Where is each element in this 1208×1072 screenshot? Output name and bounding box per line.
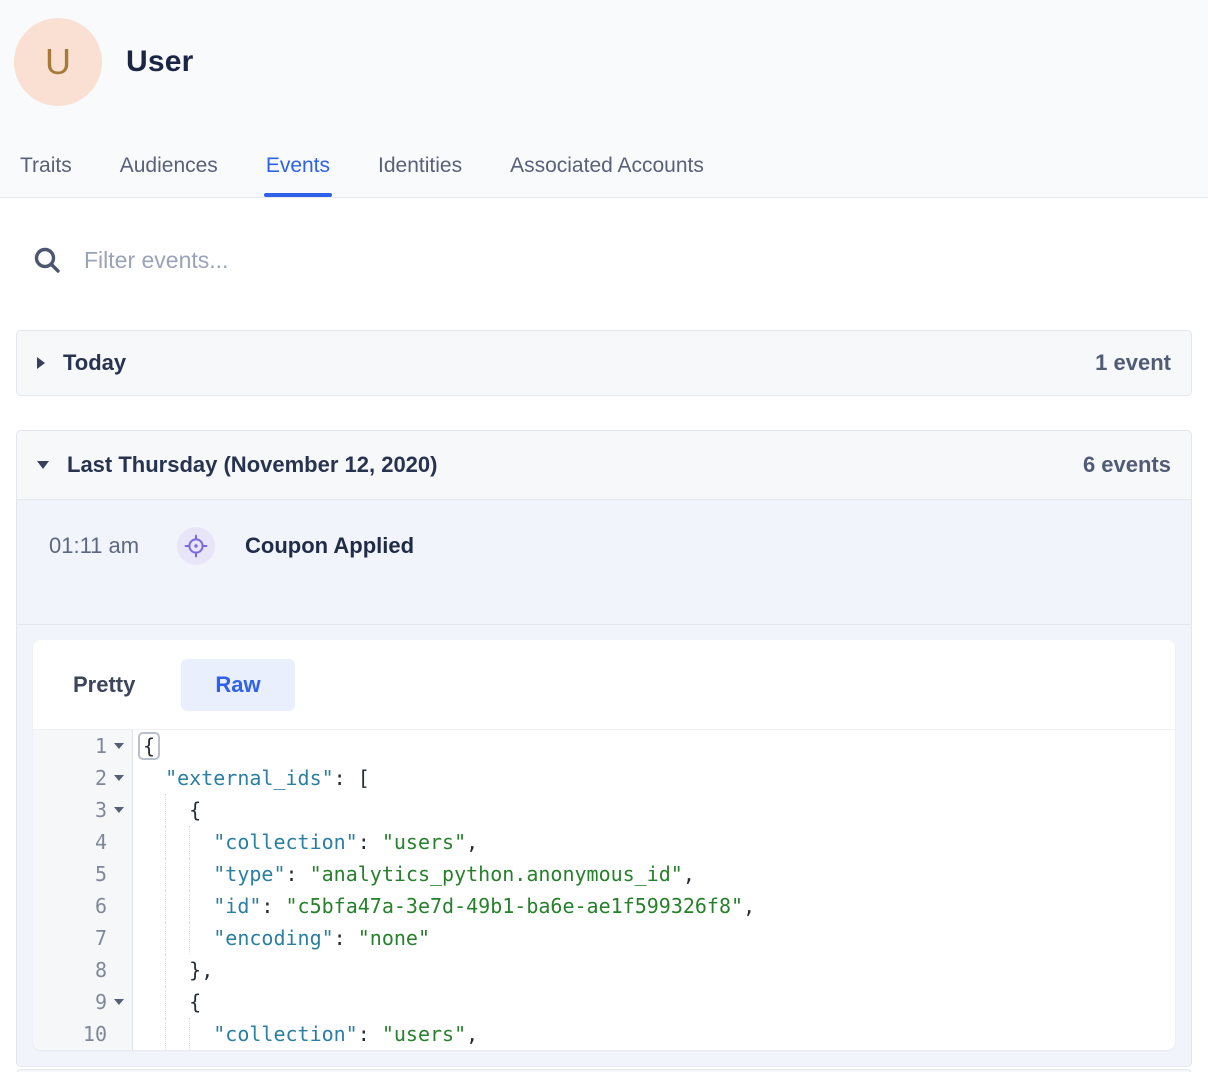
tab-pretty[interactable]: Pretty <box>73 672 135 698</box>
line-number[interactable]: 9 <box>33 986 132 1018</box>
event-detail: Pretty Raw 12345678910 { "external_ids":… <box>17 624 1191 1066</box>
tab-associated-accounts[interactable]: Associated Accounts <box>510 154 704 197</box>
code-line: "collection": "users", <box>141 1018 1175 1050</box>
payload-view-tabs: Pretty Raw <box>33 640 1175 730</box>
avatar: U <box>14 18 102 106</box>
tab-audiences[interactable]: Audiences <box>120 154 218 197</box>
line-number[interactable]: 2 <box>33 762 132 794</box>
search-icon <box>32 245 62 275</box>
fold-arrow-icon[interactable] <box>114 999 124 1005</box>
profile-header: U User Traits Audiences Events Identitie… <box>0 0 1208 198</box>
event-row-inner: 01:11 am Coupon Applied <box>49 526 1159 566</box>
code-line: "encoding": "none" <box>141 922 1175 954</box>
event-name: Coupon Applied <box>245 533 414 559</box>
line-number: 10 <box>33 1018 132 1050</box>
day-body: 01:11 am Coupon Applied <box>17 499 1191 1066</box>
code-line: { <box>141 986 1175 1018</box>
day-header-last-thursday[interactable]: Last Thursday (November 12, 2020) 6 even… <box>17 431 1191 499</box>
track-crosshair-icon <box>177 527 215 565</box>
code-lines: { "external_ids": [ { "collection": "use… <box>133 730 1175 1050</box>
user-profile-page: U User Traits Audiences Events Identitie… <box>0 0 1208 1072</box>
code-line: }, <box>141 954 1175 986</box>
payload-code-viewer[interactable]: 12345678910 { "external_ids": [ { "colle… <box>33 730 1175 1050</box>
line-number: 6 <box>33 890 132 922</box>
chevron-down-icon <box>37 461 49 469</box>
fold-arrow-icon[interactable] <box>114 807 124 813</box>
code-line: { <box>141 730 1175 762</box>
day-section-last-thursday: Last Thursday (November 12, 2020) 6 even… <box>16 430 1192 1067</box>
filter-events-row <box>32 238 1208 282</box>
tab-events[interactable]: Events <box>266 154 330 197</box>
filter-events-input[interactable] <box>84 247 784 274</box>
day-section-today: Today 1 event <box>16 330 1192 396</box>
line-number: 4 <box>33 826 132 858</box>
event-time: 01:11 am <box>49 533 149 559</box>
code-line: "external_ids": [ <box>141 762 1175 794</box>
tab-identities[interactable]: Identities <box>378 154 462 197</box>
fold-arrow-icon[interactable] <box>114 775 124 781</box>
event-payload-card: Pretty Raw 12345678910 { "external_ids":… <box>33 640 1175 1050</box>
day-title: Last Thursday (November 12, 2020) <box>67 452 437 478</box>
fold-arrow-icon[interactable] <box>114 743 124 749</box>
code-line: "collection": "users", <box>141 826 1175 858</box>
day-title: Today <box>63 350 126 376</box>
event-count-badge: 1 event <box>1095 350 1171 376</box>
line-number: 5 <box>33 858 132 890</box>
line-number: 8 <box>33 954 132 986</box>
line-number: 7 <box>33 922 132 954</box>
profile-header-top: U User <box>14 18 1208 106</box>
tab-traits[interactable]: Traits <box>20 154 72 197</box>
line-number[interactable]: 3 <box>33 794 132 826</box>
events-main: Today 1 event Last Thursday (November 12… <box>0 238 1208 1072</box>
page-title: User <box>126 45 194 79</box>
event-row-coupon-applied[interactable]: 01:11 am Coupon Applied <box>17 500 1191 624</box>
code-line: "type": "analytics_python.anonymous_id", <box>141 858 1175 890</box>
line-number[interactable]: 1 <box>33 730 132 762</box>
profile-tabs: Traits Audiences Events Identities Assoc… <box>14 154 1208 197</box>
tab-raw[interactable]: Raw <box>181 659 294 711</box>
code-line: "id": "c5bfa47a-3e7d-49b1-ba6e-ae1f59932… <box>141 890 1175 922</box>
code-line: { <box>141 794 1175 826</box>
avatar-initial: U <box>45 41 71 83</box>
day-header-today[interactable]: Today 1 event <box>17 331 1191 395</box>
chevron-right-icon <box>37 357 45 369</box>
code-gutter: 12345678910 <box>33 730 133 1050</box>
event-count-badge: 6 events <box>1083 452 1171 478</box>
